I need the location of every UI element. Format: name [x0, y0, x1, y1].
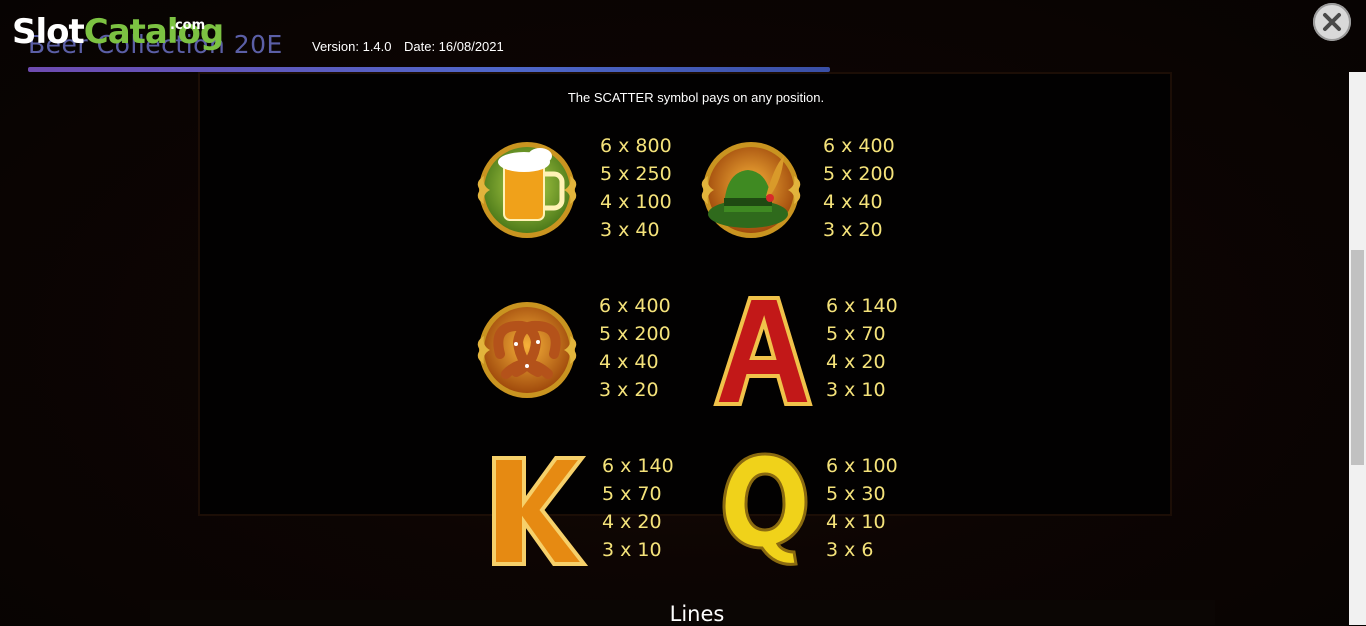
pay-row: 3 x 20	[599, 379, 659, 401]
pay-row: 6 x 140	[826, 295, 898, 317]
green-hat-paytable: 6 x 400 5 x 200 4 x 40 3 x 20	[823, 132, 895, 244]
logo-com-text: .com	[170, 18, 206, 33]
slotcatalog-logo: SlotCatalog .com	[12, 12, 224, 52]
pay-row: 3 x 10	[602, 539, 662, 561]
pay-row: 5 x 200	[823, 163, 895, 185]
pay-row: 6 x 800	[600, 135, 672, 157]
letter-q-icon	[710, 448, 820, 566]
scrollbar-thumb[interactable]	[1351, 250, 1364, 465]
pay-row: 5 x 200	[599, 323, 671, 345]
close-button[interactable]	[1313, 3, 1351, 41]
pay-row: 6 x 400	[599, 295, 671, 317]
close-icon	[1323, 13, 1341, 31]
letter-q-paytable: 6 x 100 5 x 30 4 x 10 3 x 6	[826, 452, 898, 564]
pay-row: 5 x 70	[602, 483, 662, 505]
beer-mug-icon	[472, 132, 582, 250]
version-label: Version: 1.4.0	[312, 39, 392, 54]
pretzel-icon	[472, 292, 582, 410]
pretzel-paytable: 6 x 400 5 x 200 4 x 40 3 x 20	[599, 292, 671, 404]
pay-row: 3 x 20	[823, 219, 883, 241]
pay-row: 3 x 10	[826, 379, 886, 401]
pay-row: 5 x 250	[600, 163, 672, 185]
letter-k-paytable: 6 x 140 5 x 70 4 x 20 3 x 10	[602, 452, 674, 564]
logo-slot-text: Slot	[12, 12, 85, 52]
letter-k-icon	[484, 452, 594, 570]
pay-row: 4 x 10	[826, 511, 886, 533]
pay-row: 4 x 20	[826, 351, 886, 373]
date-label: Date: 16/08/2021	[404, 39, 504, 54]
pay-row: 4 x 40	[823, 191, 883, 213]
pay-row: 4 x 40	[599, 351, 659, 373]
pay-row: 4 x 100	[600, 191, 672, 213]
vertical-scrollbar[interactable]	[1349, 72, 1366, 625]
pay-row: 6 x 100	[826, 455, 898, 477]
pay-row: 5 x 30	[826, 483, 886, 505]
header-divider	[28, 67, 830, 72]
green-hat-icon	[696, 132, 806, 250]
pay-row: 3 x 40	[600, 219, 660, 241]
pay-row: 5 x 70	[826, 323, 886, 345]
letter-a-paytable: 6 x 140 5 x 70 4 x 20 3 x 10	[826, 292, 898, 404]
pay-row: 6 x 400	[823, 135, 895, 157]
scatter-note: The SCATTER symbol pays on any position.	[567, 90, 825, 105]
beer-mug-paytable: 6 x 800 5 x 250 4 x 100 3 x 40	[600, 132, 672, 244]
letter-a-icon	[706, 292, 816, 410]
pay-row: 4 x 20	[602, 511, 662, 533]
reels-background	[198, 72, 1172, 516]
pay-row: 3 x 6	[826, 539, 874, 561]
lines-heading: Lines	[669, 602, 725, 626]
pay-row: 6 x 140	[602, 455, 674, 477]
